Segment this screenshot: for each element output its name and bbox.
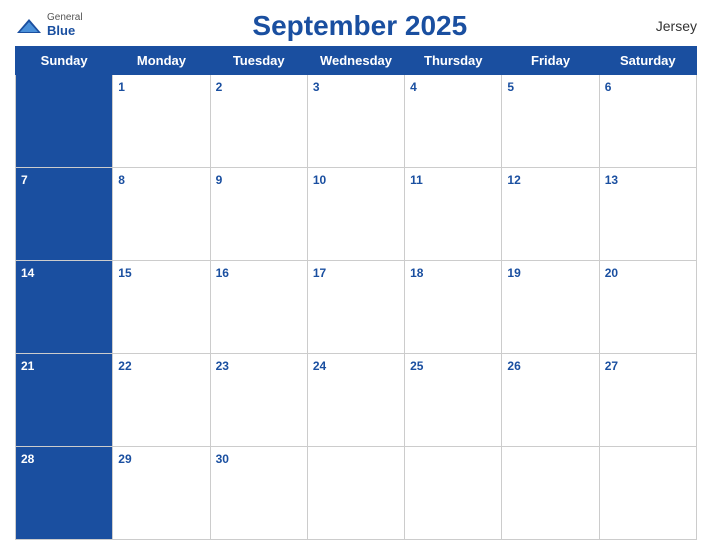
calendar-cell: 27 <box>599 354 696 447</box>
calendar-cell: 28 <box>16 447 113 540</box>
day-number: 17 <box>313 266 326 280</box>
calendar-week-row: 21 22 23 24 25 26 27 <box>16 354 697 447</box>
day-number: 30 <box>216 452 229 466</box>
day-number: 2 <box>216 80 223 94</box>
day-number: 25 <box>410 359 423 373</box>
calendar-cell: 3 <box>307 75 404 168</box>
calendar-cell: 13 <box>599 168 696 261</box>
day-number: 12 <box>507 173 520 187</box>
days-header-row: Sunday Monday Tuesday Wednesday Thursday… <box>16 47 697 75</box>
calendar-cell <box>599 447 696 540</box>
day-number: 10 <box>313 173 326 187</box>
header-monday: Monday <box>113 47 210 75</box>
day-number: 8 <box>118 173 125 187</box>
day-number: 11 <box>410 173 423 187</box>
logo: General Blue <box>15 13 83 39</box>
calendar-cell: 8 <box>113 168 210 261</box>
logo-blue-text: Blue <box>47 23 83 39</box>
day-number: 22 <box>118 359 131 373</box>
general-blue-icon <box>15 17 43 35</box>
calendar-cell: 2 <box>210 75 307 168</box>
header-wednesday: Wednesday <box>307 47 404 75</box>
calendar-cell: 20 <box>599 261 696 354</box>
calendar-cell: 30 <box>210 447 307 540</box>
calendar-cell: 14 <box>16 261 113 354</box>
day-number: 3 <box>313 80 320 94</box>
calendar-cell: 29 <box>113 447 210 540</box>
calendar-cell: 6 <box>599 75 696 168</box>
calendar-cell: 26 <box>502 354 599 447</box>
calendar-cell: 4 <box>405 75 502 168</box>
calendar-cell: 21 <box>16 354 113 447</box>
day-number: 15 <box>118 266 131 280</box>
day-number: 5 <box>507 80 514 94</box>
day-number: 18 <box>410 266 423 280</box>
calendar-week-row: 7 8 9 10 11 12 13 <box>16 168 697 261</box>
calendar-header: General Blue September 2025 Jersey <box>15 10 697 42</box>
calendar-cell: 16 <box>210 261 307 354</box>
day-number: 19 <box>507 266 520 280</box>
calendar-cell <box>16 75 113 168</box>
calendar-cell: 22 <box>113 354 210 447</box>
day-number: 4 <box>410 80 417 94</box>
calendar-cell: 19 <box>502 261 599 354</box>
day-number: 24 <box>313 359 326 373</box>
header-saturday: Saturday <box>599 47 696 75</box>
calendar-week-row: 14 15 16 17 18 19 20 <box>16 261 697 354</box>
calendar-cell: 7 <box>16 168 113 261</box>
header-tuesday: Tuesday <box>210 47 307 75</box>
header-thursday: Thursday <box>405 47 502 75</box>
calendar-location: Jersey <box>637 18 697 34</box>
day-number: 21 <box>21 359 34 373</box>
calendar-cell: 10 <box>307 168 404 261</box>
calendar-cell: 24 <box>307 354 404 447</box>
day-number: 28 <box>21 452 34 466</box>
calendar-cell <box>405 447 502 540</box>
calendar-cell <box>502 447 599 540</box>
day-number: 14 <box>21 266 34 280</box>
day-number: 1 <box>118 80 125 94</box>
calendar-cell <box>307 447 404 540</box>
day-number: 13 <box>605 173 618 187</box>
day-number: 20 <box>605 266 618 280</box>
calendar-cell: 23 <box>210 354 307 447</box>
calendar-table: Sunday Monday Tuesday Wednesday Thursday… <box>15 46 697 540</box>
header-sunday: Sunday <box>16 47 113 75</box>
calendar-week-row: 28 29 30 <box>16 447 697 540</box>
calendar-cell: 25 <box>405 354 502 447</box>
day-number: 26 <box>507 359 520 373</box>
calendar-cell: 12 <box>502 168 599 261</box>
calendar-cell: 9 <box>210 168 307 261</box>
calendar-cell: 18 <box>405 261 502 354</box>
calendar-cell: 11 <box>405 168 502 261</box>
calendar-cell: 1 <box>113 75 210 168</box>
day-number: 29 <box>118 452 131 466</box>
day-number: 27 <box>605 359 618 373</box>
day-number: 9 <box>216 173 223 187</box>
calendar-cell: 5 <box>502 75 599 168</box>
header-friday: Friday <box>502 47 599 75</box>
calendar-title: September 2025 <box>83 10 637 42</box>
calendar-week-row: 1 2 3 4 5 6 <box>16 75 697 168</box>
day-number: 7 <box>21 173 28 187</box>
day-number: 23 <box>216 359 229 373</box>
calendar-cell: 17 <box>307 261 404 354</box>
logo-general-text: General <box>47 13 83 23</box>
calendar-cell: 15 <box>113 261 210 354</box>
day-number: 6 <box>605 80 612 94</box>
day-number: 16 <box>216 266 229 280</box>
